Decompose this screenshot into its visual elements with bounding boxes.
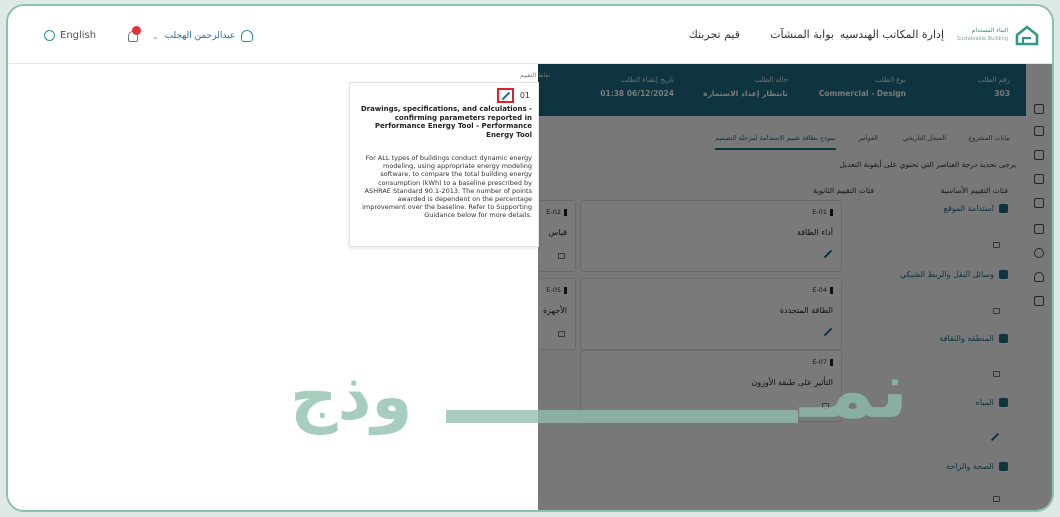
- logo[interactable]: البناء المستدام Sustainable Building: [957, 24, 1040, 46]
- screenshot-frame: البناء المستدام Sustainable Building إدا…: [6, 4, 1054, 512]
- home-icon[interactable]: [1034, 104, 1044, 114]
- instruction-note: يرجى تحديد درجة العناصر التي تحتوي على أ…: [839, 160, 1016, 169]
- request-tabs: بيانات المشروع السجل التاريخي الفواتير ن…: [538, 128, 1026, 152]
- popup-code-row: 01: [496, 88, 530, 103]
- logout-icon[interactable]: [1034, 296, 1044, 306]
- lock-icon: [558, 331, 565, 337]
- sub-category-card-e02[interactable]: E-02 قياس: [538, 200, 576, 272]
- notification-badge: [132, 26, 141, 35]
- user-name: عبدالرحمن الهجلب: [164, 31, 236, 41]
- watermark-right: نمـ: [800, 346, 909, 436]
- main-category-1[interactable]: استدامة الموقع: [944, 204, 1008, 213]
- criterion-detail-popup: نقاط التقييم 01 Drawings, specifications…: [349, 72, 550, 247]
- pencil-icon[interactable]: [823, 249, 833, 259]
- category-number-badge: [999, 398, 1008, 407]
- pencil-icon[interactable]: [823, 327, 833, 337]
- main-category-5[interactable]: الصحة والراحة: [946, 462, 1008, 471]
- request-info-band: رقم الطلب 303 نوع الطلب Commercial - Des…: [538, 64, 1026, 116]
- criterion-code: 01: [519, 91, 530, 100]
- file-list-icon[interactable]: [1034, 174, 1044, 184]
- sub-category-card-e04[interactable]: E-04 الطاقة المتجددة: [580, 278, 842, 350]
- watermark-left: وذج: [290, 358, 413, 435]
- lock-icon: [993, 308, 1000, 314]
- house-logo-icon: [1015, 25, 1039, 46]
- lock-icon: [558, 253, 565, 259]
- file-icon[interactable]: [1034, 150, 1044, 160]
- request-number: رقم الطلب 303: [977, 76, 1010, 98]
- pencil-icon: [501, 91, 511, 101]
- chevron-down-icon: ⌄: [152, 31, 159, 41]
- tab-project-data[interactable]: بيانات المشروع: [968, 134, 1010, 142]
- sub-category-card-e01[interactable]: E-01 أداء الطاقة: [580, 200, 842, 272]
- popup-header: نقاط التقييم: [520, 72, 550, 79]
- category-number-badge: [999, 270, 1008, 279]
- criterion-description: For ALL types of buildings conduct dynam…: [362, 154, 532, 220]
- clipboard-icon[interactable]: [1034, 224, 1044, 234]
- sub-category-card-e05[interactable]: E-05 الأجهزة: [538, 278, 576, 350]
- notifications-button[interactable]: [126, 26, 142, 44]
- lock-icon: [993, 496, 1000, 502]
- edit-button[interactable]: [496, 88, 514, 103]
- gear-icon[interactable]: [1034, 248, 1044, 258]
- nav-facilities-portal[interactable]: بوابة المنشآت: [770, 28, 834, 41]
- language-switch[interactable]: English: [44, 30, 96, 41]
- side-toolbar: [1026, 64, 1052, 510]
- globe-icon: [44, 30, 55, 41]
- secondary-categories-header: فئات التقييم الثانوية: [813, 186, 874, 195]
- request-type: نوع الطلب Commercial - Design: [818, 76, 906, 98]
- user-icon[interactable]: [1034, 272, 1044, 282]
- category-number-badge: [999, 334, 1008, 343]
- top-navigation-bar: البناء المستدام Sustainable Building إدا…: [8, 6, 1052, 64]
- watermark-bar: [446, 410, 798, 423]
- report-icon[interactable]: [1034, 198, 1044, 208]
- request-created-date: تاريخ إنشاء الطلب 01:38 06/12/2024: [600, 76, 674, 98]
- document-icon[interactable]: [1034, 126, 1044, 136]
- category-number-badge: [999, 462, 1008, 471]
- main-category-2[interactable]: وسائل النقل والربط الشبكي: [900, 270, 1008, 279]
- logo-text-en: Sustainable Building: [956, 36, 1008, 42]
- nav-engineering-offices[interactable]: إدارة المكاتب الهندسيه: [840, 28, 944, 41]
- tab-invoices[interactable]: الفواتير: [858, 134, 878, 142]
- logo-text-ar: البناء المستدام: [971, 27, 1008, 34]
- lock-icon: [993, 242, 1000, 248]
- lock-icon: [993, 371, 1000, 377]
- criterion-title: Drawings, specifications, and calculatio…: [360, 105, 532, 139]
- logo-text: البناء المستدام Sustainable Building: [957, 27, 1008, 43]
- request-status: حالة الطلب بانتظار إعداد الاستمارة: [703, 76, 788, 98]
- user-icon: [241, 30, 254, 42]
- main-categories-header: فئات التقييم الأساسية: [940, 186, 1008, 195]
- tab-history[interactable]: السجل التاريخي: [903, 134, 946, 142]
- nav-evaluate-experience[interactable]: قيم تجربتك: [689, 28, 740, 41]
- main-category-4[interactable]: المياه: [976, 398, 1008, 407]
- tab-evaluation-card[interactable]: نموذج بطاقة تقييم الاستدامة لمرحلة التصم…: [715, 134, 836, 150]
- category-number-badge: [999, 204, 1008, 213]
- main-category-3[interactable]: المنطقة والثقافة: [939, 334, 1008, 343]
- user-menu[interactable]: ⌄ عبدالرحمن الهجلب: [152, 30, 254, 42]
- language-label: English: [60, 30, 97, 41]
